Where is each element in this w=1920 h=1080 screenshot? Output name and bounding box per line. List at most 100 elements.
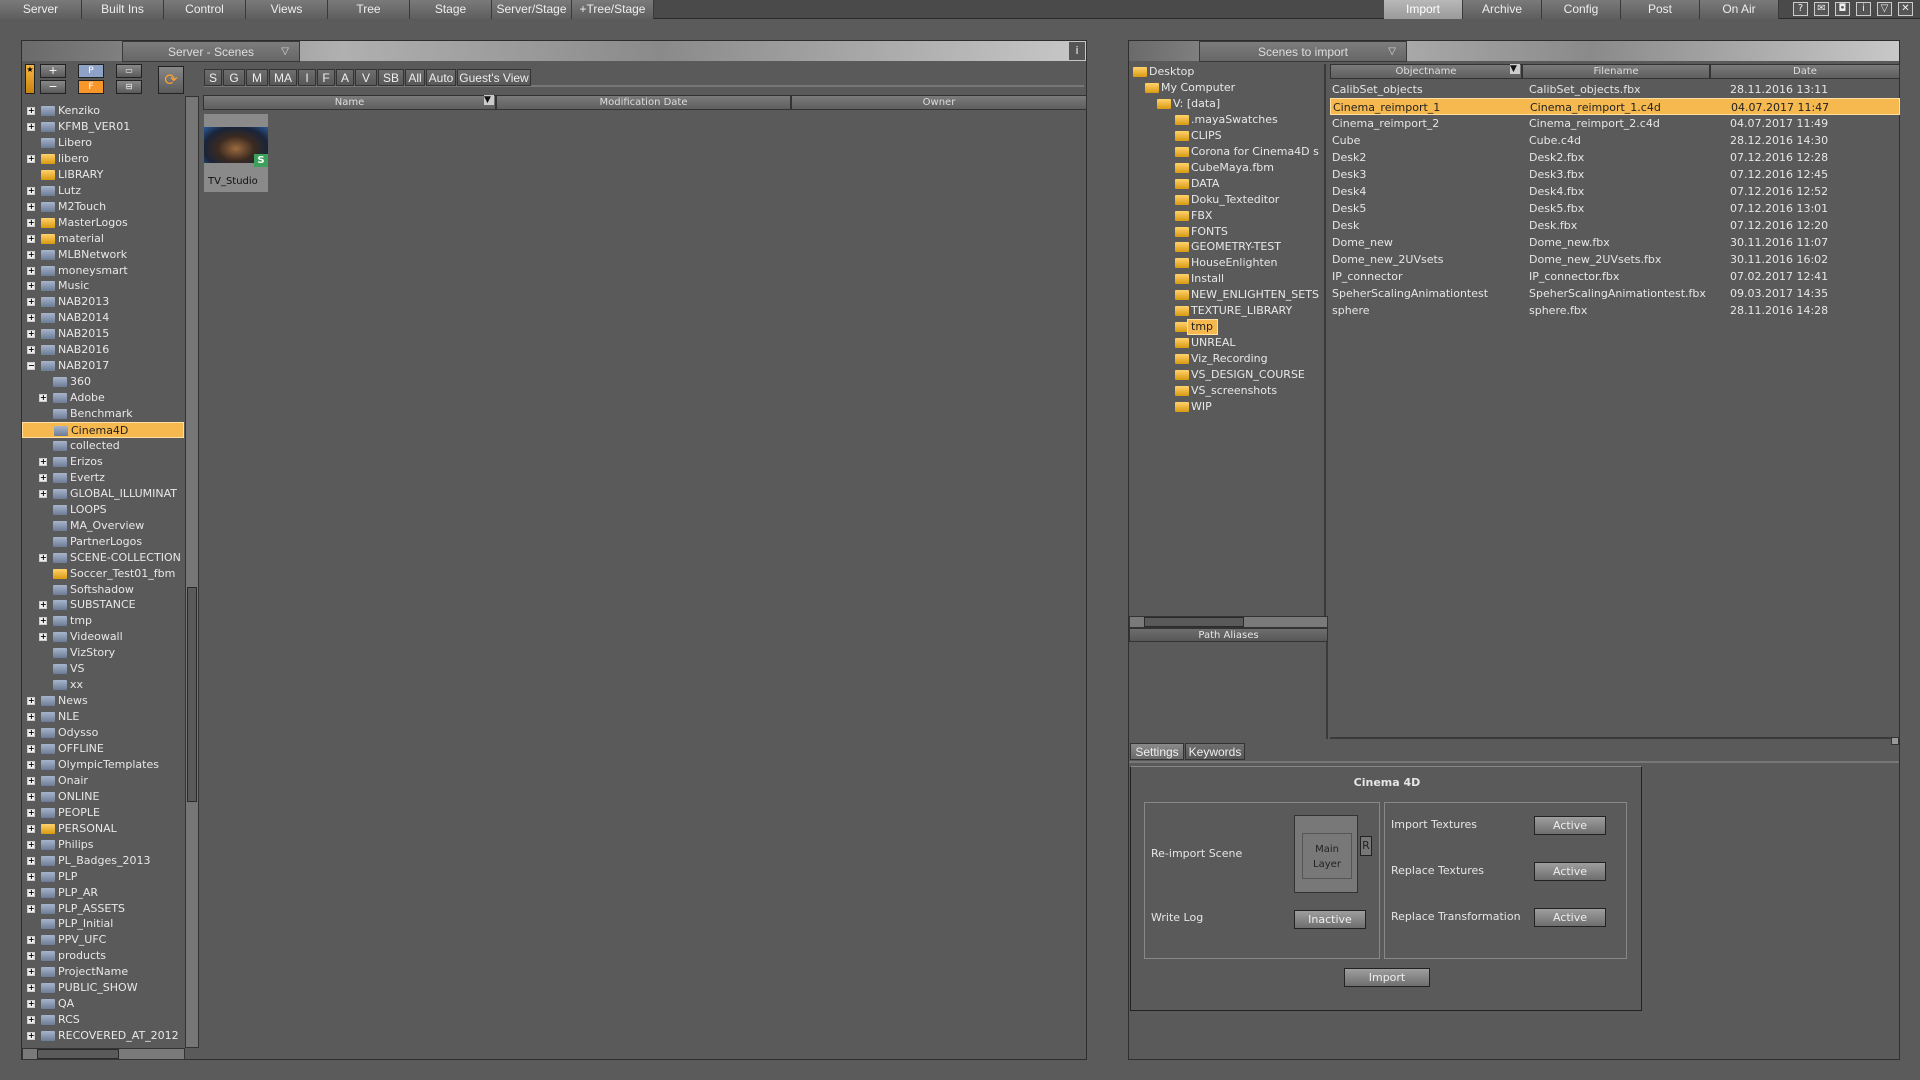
tree-item[interactable]: + PL_Badges_2013 [22, 853, 184, 869]
column-header-objectname[interactable]: Objectname [1330, 64, 1522, 79]
file-row[interactable]: Cube Cube.c4d 28.12.2016 14:30 [1330, 132, 1900, 149]
expand-icon[interactable]: + [27, 792, 35, 801]
import-textures-toggle[interactable]: Active [1534, 816, 1606, 835]
expand-icon[interactable]: + [39, 457, 47, 466]
folder-item[interactable]: GEOMETRY-TEST [1129, 239, 1324, 255]
tree-item[interactable]: + M2Touch [22, 199, 184, 215]
scrollbar-thumb[interactable] [187, 587, 197, 802]
tree-item[interactable]: VS [22, 661, 184, 677]
file-row[interactable]: Desk3 Desk3.fbx 07.12.2016 12:45 [1330, 166, 1900, 183]
tree-item[interactable]: + PEOPLE [22, 805, 184, 821]
project-folder-button[interactable]: P [78, 64, 104, 78]
server-view-dropdown[interactable]: Server - Scenes ▽ [122, 41, 300, 62]
tree-item[interactable]: + PLP_AR [22, 885, 184, 901]
file-row[interactable]: Dome_new Dome_new.fbx 30.11.2016 11:07 [1330, 234, 1900, 251]
add-button[interactable]: + [40, 64, 66, 78]
tree-item[interactable]: + News [22, 693, 184, 709]
menu-tab-stage[interactable]: Stage [410, 0, 492, 19]
file-row[interactable]: Desk2 Desk2.fbx 07.12.2016 12:28 [1330, 149, 1900, 166]
filter-tab-guest-s-view[interactable]: Guest's View [457, 69, 531, 86]
folder-item[interactable]: HouseEnlighten [1129, 255, 1324, 271]
tree-item[interactable]: + SCENE-COLLECTION [22, 550, 184, 566]
tree-vertical-scrollbar[interactable] [185, 96, 199, 1048]
expand-icon[interactable]: + [27, 729, 35, 738]
info-button[interactable]: i [1069, 42, 1085, 60]
expand-icon[interactable]: + [27, 154, 35, 163]
filter-tab-auto[interactable]: Auto [426, 69, 456, 86]
tree-item[interactable]: + MLBNetwork [22, 247, 184, 263]
scene-thumbnail[interactable]: S TV_Studio [204, 114, 268, 192]
folder-item[interactable]: Desktop [1129, 64, 1324, 80]
column-header-date[interactable]: Date [1710, 64, 1900, 79]
expand-icon[interactable]: + [27, 282, 35, 291]
menu-tab-post[interactable]: Post [1621, 0, 1700, 19]
tree-item[interactable]: + PLP [22, 869, 184, 885]
reset-layer-button[interactable]: R [1360, 836, 1372, 856]
tree-item[interactable]: LOOPS [22, 502, 184, 518]
write-log-toggle[interactable]: Inactive [1294, 910, 1366, 929]
tree-item[interactable]: + GLOBAL_ILLUMINAT [22, 486, 184, 502]
file-row[interactable]: Cinema_reimport_1 Cinema_reimport_1.c4d 04… [1330, 98, 1900, 115]
expand-icon[interactable]: + [27, 952, 35, 961]
filter-tab-i[interactable]: I [298, 69, 316, 86]
scrollbar-thumb[interactable] [37, 1049, 119, 1059]
expand-icon[interactable]: + [27, 122, 35, 131]
expand-icon[interactable]: + [27, 808, 35, 817]
expand-icon[interactable]: + [39, 553, 47, 562]
tree-item[interactable]: + RECOVERED_AT_2012 [22, 1028, 184, 1044]
tree-item[interactable]: VizStory [22, 645, 184, 661]
tree-item[interactable]: + NAB2014 [22, 310, 184, 326]
help-icon[interactable]: ? [1793, 2, 1808, 16]
import-view-dropdown[interactable]: Scenes to import ▽ [1199, 41, 1407, 62]
tree-item[interactable]: xx [22, 677, 184, 693]
folder-item[interactable]: DATA [1129, 176, 1324, 192]
folder-item[interactable]: Doku_Texteditor [1129, 192, 1324, 208]
folder-item[interactable]: VS_DESIGN_COURSE [1129, 367, 1324, 383]
column-header-filename[interactable]: Filename [1522, 64, 1710, 79]
expand-icon[interactable]: + [27, 202, 35, 211]
tree-item[interactable]: − NAB2017 [22, 358, 184, 374]
expand-icon[interactable]: + [27, 1000, 35, 1009]
file-row[interactable]: Desk Desk.fbx 07.12.2016 12:20 [1330, 217, 1900, 234]
tree-item[interactable]: + PLP_ASSETS [22, 901, 184, 917]
tree-item[interactable]: 360 [22, 374, 184, 390]
expand-icon[interactable]: + [27, 872, 35, 881]
expand-icon[interactable]: + [39, 473, 47, 482]
tree-item[interactable]: + products [22, 948, 184, 964]
filter-tab-a[interactable]: A [336, 69, 354, 86]
tree-item[interactable]: Benchmark [22, 406, 184, 422]
tree-item[interactable]: + NLE [22, 709, 184, 725]
filter-tab-all[interactable]: All [405, 69, 425, 86]
expand-icon[interactable]: + [27, 314, 35, 323]
tree-item[interactable]: + libero [22, 151, 184, 167]
folder-item[interactable]: NEW_ENLIGHTEN_SETS [1129, 287, 1324, 303]
tree-item[interactable]: MA_Overview [22, 518, 184, 534]
replace-transformation-toggle[interactable]: Active [1534, 908, 1606, 927]
tree-item[interactable]: + moneysmart [22, 263, 184, 279]
folder-item[interactable]: FBX [1129, 208, 1324, 224]
file-row[interactable]: CalibSet_objects CalibSet_objects.fbx 28.1… [1330, 81, 1900, 98]
tree-item[interactable]: + Music [22, 278, 184, 294]
file-row[interactable]: SpeherScalingAnimationtest SpeherScalingA… [1330, 285, 1900, 302]
tree-item[interactable]: + material [22, 231, 184, 247]
folder-item[interactable]: TEXTURE_LIBRARY [1129, 303, 1324, 319]
filter-tab-sb[interactable]: SB [378, 69, 404, 86]
expand-icon[interactable]: + [27, 713, 35, 722]
column-header-owner[interactable]: Owner [791, 95, 1087, 110]
tree-item[interactable]: + tmp [22, 613, 184, 629]
tree-item[interactable]: Libero [22, 135, 184, 151]
tree-item[interactable]: PLP_Initial [22, 916, 184, 932]
filter-tab-v[interactable]: V [355, 69, 377, 86]
folder-item[interactable]: Install [1129, 271, 1324, 287]
expand-icon[interactable]: + [27, 745, 35, 753]
refresh-button[interactable]: ⟳ [158, 66, 184, 94]
tree-item[interactable]: + SUBSTANCE [22, 597, 184, 613]
replace-textures-toggle[interactable]: Active [1534, 862, 1606, 881]
folder-item[interactable]: FONTS [1129, 224, 1324, 240]
folder-item[interactable]: tmp [1129, 319, 1324, 336]
tree-item[interactable]: + Kenziko [22, 103, 184, 119]
expand-icon[interactable]: + [27, 760, 35, 769]
tree-item[interactable]: + Evertz [22, 470, 184, 486]
tree-item[interactable]: + QA [22, 996, 184, 1012]
expand-icon[interactable]: + [27, 250, 35, 259]
